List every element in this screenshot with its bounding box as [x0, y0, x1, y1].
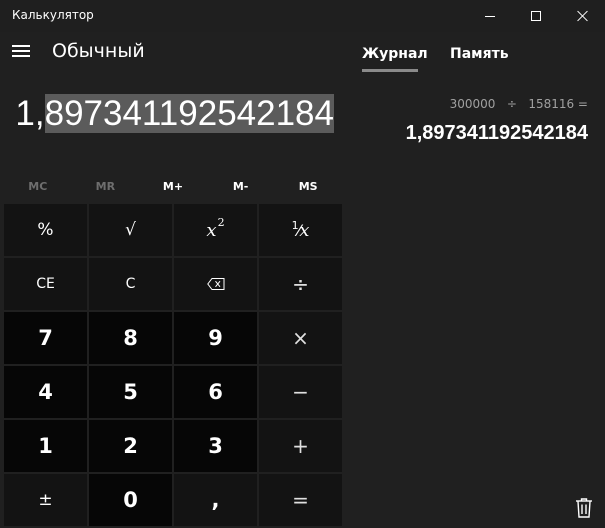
memory-clear-button[interactable]: MC	[4, 170, 72, 202]
memory-recall-button[interactable]: MR	[72, 170, 140, 202]
digit-6-button[interactable]: 6	[174, 366, 257, 418]
hamburger-icon[interactable]	[12, 44, 30, 58]
maximize-icon	[531, 11, 541, 21]
equals-button[interactable]: =	[259, 474, 342, 526]
digit-2-button[interactable]: 2	[89, 420, 172, 472]
negate-button[interactable]: ±	[4, 474, 87, 526]
digit-4-button[interactable]: 4	[4, 366, 87, 418]
close-icon	[576, 10, 588, 22]
close-button[interactable]	[559, 0, 605, 32]
keypad: % √ x2 1 ⁄ x CE C ÷ 7 8 9 × 4 5 6 − 1 2 3 …	[4, 204, 342, 526]
decimal-button[interactable]: ,	[174, 474, 257, 526]
active-tab-indicator	[362, 69, 418, 72]
digit-7-button[interactable]: 7	[4, 312, 87, 364]
trash-icon[interactable]	[575, 498, 593, 518]
minus-button[interactable]: −	[259, 366, 342, 418]
backspace-icon	[206, 278, 224, 290]
digit-0-button[interactable]: 0	[89, 474, 172, 526]
reciprocal-button[interactable]: 1 ⁄ x	[259, 204, 342, 256]
digit-3-button[interactable]: 3	[174, 420, 257, 472]
multiply-button[interactable]: ×	[259, 312, 342, 364]
divide-button[interactable]: ÷	[259, 258, 342, 310]
memory-row: MC MR M+ M- MS	[4, 170, 342, 202]
square-exponent-label: 2	[217, 215, 225, 229]
clear-entry-button[interactable]: CE	[4, 258, 87, 310]
digit-5-button[interactable]: 5	[89, 366, 172, 418]
digit-8-button[interactable]: 8	[89, 312, 172, 364]
memory-add-button[interactable]: M+	[139, 170, 207, 202]
display-value[interactable]: 1,897341192542184	[15, 92, 334, 136]
display-value-first: 1,	[15, 94, 45, 133]
percent-button[interactable]: %	[4, 204, 87, 256]
tab-history[interactable]: Журнал	[362, 46, 428, 62]
memory-store-button[interactable]: MS	[274, 170, 342, 202]
maximize-button[interactable]	[513, 0, 559, 32]
memory-subtract-button[interactable]: M-	[207, 170, 275, 202]
plus-button[interactable]: +	[259, 420, 342, 472]
history-result[interactable]: 1,897341192542184	[406, 122, 588, 145]
result-display: 1,897341192542184	[0, 86, 342, 156]
app-title: Калькулятор	[12, 8, 94, 22]
minimize-button[interactable]	[467, 0, 513, 32]
digit-1-button[interactable]: 1	[4, 420, 87, 472]
backspace-button[interactable]	[174, 258, 257, 310]
reciprocal-x-label: x	[299, 219, 310, 241]
tab-memory[interactable]: Память	[450, 46, 509, 62]
mode-title: Обычный	[52, 40, 145, 62]
reciprocal-one-label: 1	[291, 218, 299, 232]
minimize-icon	[485, 15, 495, 17]
digit-9-button[interactable]: 9	[174, 312, 257, 364]
square-root-button[interactable]: √	[89, 204, 172, 256]
square-x-label: x	[206, 219, 217, 241]
calculator-window: Калькулятор Обычный 1,897341192542184 MC…	[0, 0, 605, 528]
display-value-selected: 897341192542184	[44, 94, 334, 133]
square-button[interactable]: x2	[174, 204, 257, 256]
history-expression[interactable]: 300000 ÷ 158116 =	[450, 97, 588, 111]
clear-button[interactable]: C	[89, 258, 172, 310]
title-bar[interactable]: Калькулятор	[0, 0, 605, 32]
